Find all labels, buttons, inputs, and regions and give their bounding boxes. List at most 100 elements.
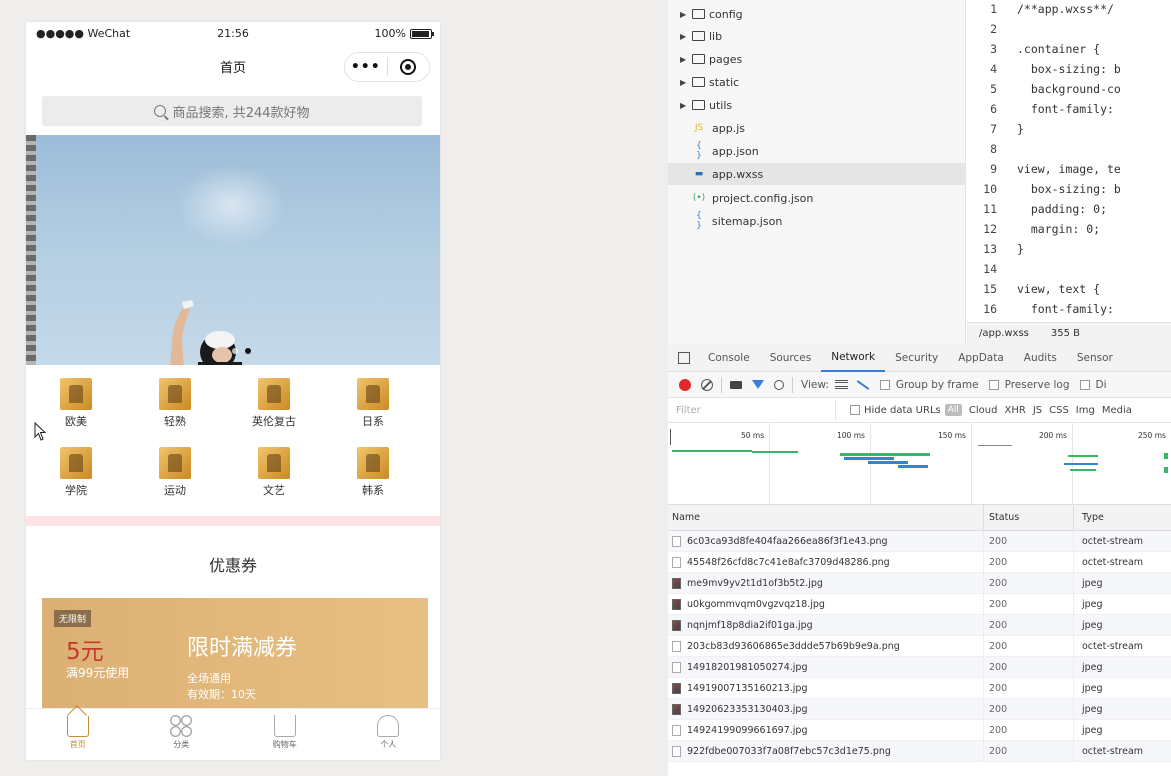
disable-cache-checkbox[interactable] xyxy=(1079,379,1090,390)
search-input[interactable]: 商品搜索, 共244款好物 xyxy=(42,96,422,126)
tab-security[interactable]: Security xyxy=(885,344,948,372)
json-file-icon: { } xyxy=(696,211,702,231)
coupon-section-title: 优惠券 xyxy=(208,556,257,575)
image-file-icon xyxy=(672,682,681,694)
waterfall-view-icon[interactable] xyxy=(856,379,870,390)
table-row[interactable]: u0kgommvqm0vgzvqz18.jpg 200 jpeg xyxy=(668,593,1171,615)
tab-sensor[interactable]: Sensor xyxy=(1067,344,1123,372)
tree-folder-pages[interactable]: ▶ pages xyxy=(668,48,966,70)
search-icon[interactable] xyxy=(774,379,784,390)
filter-type-xhr[interactable]: XHR xyxy=(1004,405,1025,416)
tab-console[interactable]: Console xyxy=(698,344,760,372)
network-timeline[interactable]: 50 ms 100 ms 150 ms 200 ms 250 ms xyxy=(668,423,1171,505)
filter-type-img[interactable]: Img xyxy=(1076,405,1095,416)
tree-file-app-js[interactable]: JS app.js xyxy=(668,117,966,139)
line-number: 14 xyxy=(983,262,997,276)
close-mini-program-button[interactable] xyxy=(387,59,429,75)
tab-home[interactable]: 首页 xyxy=(26,709,130,760)
group-by-frame-checkbox[interactable] xyxy=(879,379,890,390)
inspect-element-icon[interactable] xyxy=(678,351,690,364)
tab-appdata[interactable]: AppData xyxy=(948,344,1014,372)
carousel-dot-active[interactable] xyxy=(245,348,251,354)
tab-sources[interactable]: Sources xyxy=(760,344,822,372)
filter-type-media[interactable]: Media xyxy=(1102,405,1132,416)
camera-icon[interactable] xyxy=(730,380,742,389)
hide-data-urls-checkbox[interactable] xyxy=(850,405,860,415)
code-text: background-co xyxy=(1017,82,1121,96)
filter-type-all[interactable]: All xyxy=(944,404,962,416)
expand-arrow-icon[interactable]: ▶ xyxy=(680,32,690,41)
tab-network[interactable]: Network xyxy=(821,344,886,372)
code-editor[interactable]: 1 /**app.wxss**/ 2 3 .container {4 box-sizin… xyxy=(967,0,1171,322)
banner-carousel[interactable] xyxy=(26,135,440,365)
tree-folder-static[interactable]: ▶ static xyxy=(668,71,966,93)
category-item[interactable]: 运动 xyxy=(125,447,225,498)
list-view-icon[interactable] xyxy=(834,380,848,389)
tree-folder-config[interactable]: ▶ config xyxy=(668,3,966,25)
expand-arrow-icon[interactable]: ▶ xyxy=(680,101,690,110)
preserve-log-checkbox[interactable] xyxy=(988,379,999,390)
filter-type-js[interactable]: JS xyxy=(1033,405,1042,416)
table-row[interactable]: 6c03ca93d8fe404faa266ea86f3f1e43.png 200 o… xyxy=(668,530,1171,552)
line-number: 1 xyxy=(990,2,997,16)
more-icon[interactable]: ••• xyxy=(345,59,387,75)
tree-folder-utils[interactable]: ▶ utils xyxy=(668,94,966,116)
wxss-file-icon: ▬ xyxy=(694,169,704,179)
category-item[interactable]: 英伦复古 xyxy=(224,378,324,429)
coupon-card[interactable]: 无限制 5元 满99元使用 限时满减券 全场通用 有效期：10天 xyxy=(42,598,428,708)
file-icon xyxy=(672,556,681,568)
tree-file-sitemap[interactable]: { } sitemap.json xyxy=(668,210,966,232)
code-text: font-family: xyxy=(1017,102,1121,116)
filter-icon[interactable] xyxy=(752,380,764,389)
folder-icon xyxy=(692,54,705,64)
hide-data-urls-label: Hide data URLs xyxy=(864,404,941,416)
category-item[interactable]: 学院 xyxy=(26,447,126,498)
code-line: 15 view, text { xyxy=(967,282,1171,302)
record-icon[interactable] xyxy=(679,378,691,391)
category-item[interactable]: 轻熟 xyxy=(125,378,225,429)
capsule-menu: ••• xyxy=(344,52,430,82)
table-row[interactable]: nqnjmf18p8dia2if01ga.jpg 200 jpeg xyxy=(668,614,1171,636)
request-type: jpeg xyxy=(1082,682,1103,694)
column-header-type[interactable]: Type xyxy=(1074,505,1171,531)
tab-cart[interactable]: 购物车 xyxy=(233,709,337,760)
expand-arrow-icon[interactable]: ▶ xyxy=(680,55,690,64)
grid-icon xyxy=(170,715,193,737)
coupon-condition: 满99元使用 xyxy=(66,666,130,680)
tree-folder-lib[interactable]: ▶ lib xyxy=(668,25,966,47)
table-row[interactable]: 14924199099661697.jpg 200 jpeg xyxy=(668,719,1171,741)
tree-file-app-json[interactable]: { } app.json xyxy=(668,140,966,162)
code-line: 8 xyxy=(967,142,1171,162)
table-row[interactable]: 922fdbe007033f7a08f7ebc57c3d1e75.png 200 o… xyxy=(668,740,1171,762)
carousel-dot[interactable] xyxy=(232,348,238,354)
filter-type-css[interactable]: CSS xyxy=(1049,405,1069,416)
tab-profile[interactable]: 个人 xyxy=(337,709,441,760)
navigation-bar: 首页 ••• xyxy=(26,46,440,86)
category-item[interactable]: 文艺 xyxy=(224,447,324,498)
column-header-name[interactable]: Name xyxy=(668,504,984,531)
expand-arrow-icon[interactable]: ▶ xyxy=(680,10,690,19)
table-row[interactable]: 203cb83d93606865e3ddde57b69b9e9a.png 200 o… xyxy=(668,635,1171,657)
tree-file-app-wxss[interactable]: ▬ app.wxss xyxy=(668,163,966,185)
tab-audits[interactable]: Audits xyxy=(1014,344,1067,372)
request-status: 200 xyxy=(984,635,1074,657)
category-item[interactable]: 韩系 xyxy=(323,447,423,498)
row-name-cell: 45548f26cfd8c7c41e8afc3709d48286.png xyxy=(668,551,984,573)
table-row[interactable]: 14918201981050274.jpg 200 jpeg xyxy=(668,656,1171,678)
category-item[interactable]: 日系 xyxy=(323,378,423,429)
expand-arrow-icon[interactable]: ▶ xyxy=(680,78,690,87)
table-row[interactable]: 14919007135160213.jpg 200 jpeg xyxy=(668,677,1171,699)
code-line: 12 margin: 0; xyxy=(967,222,1171,242)
filter-type-cloud[interactable]: Cloud xyxy=(969,405,998,416)
file-icon xyxy=(672,724,681,736)
table-row[interactable]: 14920623353130403.jpg 200 jpeg xyxy=(668,698,1171,720)
network-table-header: Name Status Type xyxy=(668,504,1171,531)
tree-file-project-config[interactable]: (•) project.config.json xyxy=(668,187,966,209)
column-header-status[interactable]: Status xyxy=(984,504,1074,531)
filter-input[interactable]: Filter xyxy=(672,400,836,420)
tab-category[interactable]: 分类 xyxy=(130,709,234,760)
table-row[interactable]: me9mv9yv2t1d1of3b5t2.jpg 200 jpeg xyxy=(668,572,1171,594)
clear-icon[interactable] xyxy=(701,378,713,391)
table-row[interactable]: 45548f26cfd8c7c41e8afc3709d48286.png 200 o… xyxy=(668,551,1171,573)
file-icon xyxy=(672,661,681,673)
